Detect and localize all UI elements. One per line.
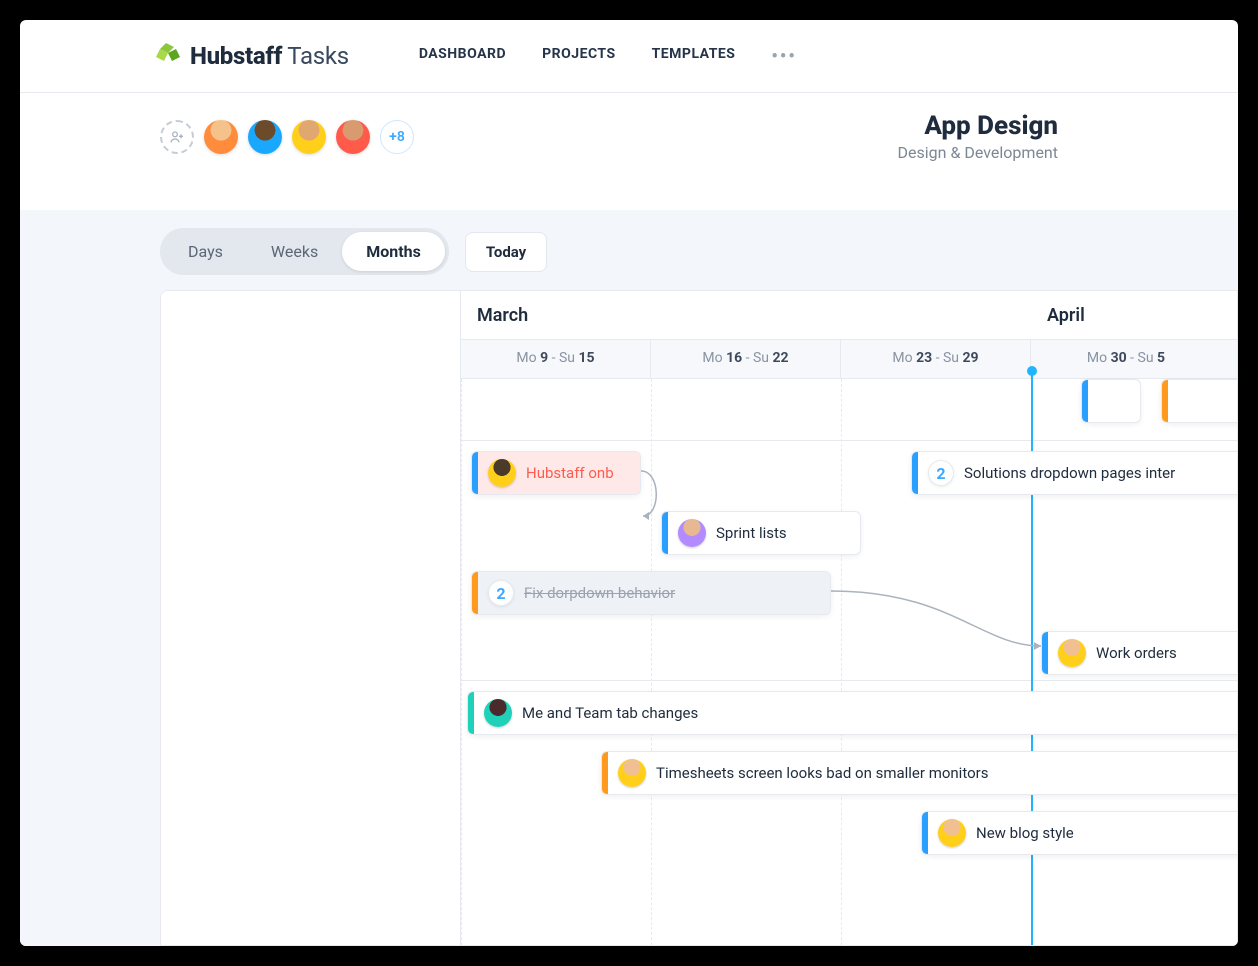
card-accent: [468, 692, 474, 734]
task-title: Solutions dropdown pages inter: [964, 464, 1175, 482]
card-accent: [912, 452, 918, 494]
row-labels-column: [161, 291, 461, 945]
month-header: March April: [461, 291, 1237, 339]
subheader: +8 App Design Design & Development: [20, 92, 1238, 180]
avatar-icon: [618, 759, 646, 787]
zoom-days[interactable]: Days: [164, 232, 247, 271]
week-header: Mo 9 - Su 15 Mo 16 - Su 22 Mo 23 - Su 29…: [461, 339, 1237, 379]
avatar-icon: [1058, 639, 1086, 667]
logo[interactable]: Hubstaff Tasks: [150, 40, 349, 72]
card-accent: [922, 812, 928, 854]
card-accent: [472, 572, 478, 614]
gantt-grid[interactable]: March April Mo 9 - Su 15 Mo 16 - Su 22 M…: [160, 290, 1238, 946]
avatar[interactable]: [292, 120, 326, 154]
task-title: Timesheets screen looks bad on smaller m…: [656, 764, 988, 782]
nav-projects[interactable]: PROJECTS: [542, 46, 616, 67]
nav-dashboard[interactable]: DASHBOARD: [419, 46, 506, 67]
week-col: Mo 30 - Su 5: [1031, 340, 1221, 378]
nav-links: DASHBOARD PROJECTS TEMPLATES •••: [419, 46, 797, 67]
avatar-overflow-count[interactable]: +8: [380, 120, 414, 154]
nav-templates[interactable]: TEMPLATES: [652, 46, 736, 67]
task-title: Work orders: [1096, 644, 1177, 662]
avatar[interactable]: [204, 120, 238, 154]
avatar-icon: [488, 459, 516, 487]
task-card-me-team[interactable]: Me and Team tab changes: [467, 691, 1238, 735]
week-col: Mo 9 - Su 15: [461, 340, 651, 378]
add-member-button[interactable]: [160, 120, 194, 154]
logo-icon: [150, 40, 182, 72]
week-col: Mo 16 - Su 22: [651, 340, 841, 378]
assignee-count: 2: [488, 580, 514, 606]
task-title: Hubstaff onb: [526, 464, 614, 482]
card-accent: [1082, 380, 1088, 422]
task-card-blog[interactable]: New blog style: [921, 811, 1238, 855]
project-subtitle: Design & Development: [898, 143, 1058, 162]
task-title: Sprint lists: [716, 524, 787, 542]
task-card-solutions[interactable]: 2 Solutions dropdown pages inter: [911, 451, 1238, 495]
avatar-icon: [484, 699, 512, 727]
task-card-timesheets[interactable]: Timesheets screen looks bad on smaller m…: [601, 751, 1238, 795]
top-nav: Hubstaff Tasks DASHBOARD PROJECTS TEMPLA…: [20, 20, 1238, 92]
timeline-area: Days Weeks Months Today March April Mo 9…: [20, 210, 1238, 946]
task-card-work-orders[interactable]: Work orders: [1041, 631, 1238, 675]
month-march: March: [461, 291, 1031, 339]
card-accent: [1042, 632, 1048, 674]
card-accent: [662, 512, 668, 554]
project-title: App Design: [898, 111, 1058, 141]
week-col: Mo 23 - Su 29: [841, 340, 1031, 378]
avatar-icon: [678, 519, 706, 547]
zoom-weeks[interactable]: Weeks: [247, 232, 342, 271]
avatar[interactable]: [336, 120, 370, 154]
month-april: April: [1031, 291, 1101, 339]
assignee-count: 2: [928, 460, 954, 486]
task-card[interactable]: [1161, 379, 1238, 423]
task-title: Me and Team tab changes: [522, 704, 698, 722]
card-accent: [1162, 380, 1168, 422]
task-card-sprint[interactable]: Sprint lists: [661, 511, 861, 555]
zoom-segmented: Days Weeks Months: [160, 228, 449, 275]
task-card-hubstaff[interactable]: Hubstaff onb: [471, 451, 641, 495]
zoom-months[interactable]: Months: [342, 232, 445, 271]
nav-more-icon[interactable]: •••: [771, 46, 796, 67]
task-card-fix-dropdown[interactable]: 2 Fix dorpdown behavior: [471, 571, 831, 615]
today-dot-icon: [1027, 366, 1037, 376]
logo-text: Hubstaff Tasks: [190, 42, 349, 70]
today-button[interactable]: Today: [465, 232, 547, 272]
add-person-icon: [169, 129, 185, 145]
project-header: App Design Design & Development: [898, 111, 1058, 162]
avatar[interactable]: [248, 120, 282, 154]
avatar-icon: [938, 819, 966, 847]
view-controls: Days Weeks Months Today: [20, 210, 1238, 275]
card-accent: [472, 452, 478, 494]
task-title: New blog style: [976, 824, 1074, 842]
task-card[interactable]: [1081, 379, 1141, 423]
card-accent: [602, 752, 608, 794]
member-avatars: +8: [160, 120, 414, 154]
task-title: Fix dorpdown behavior: [524, 584, 675, 602]
